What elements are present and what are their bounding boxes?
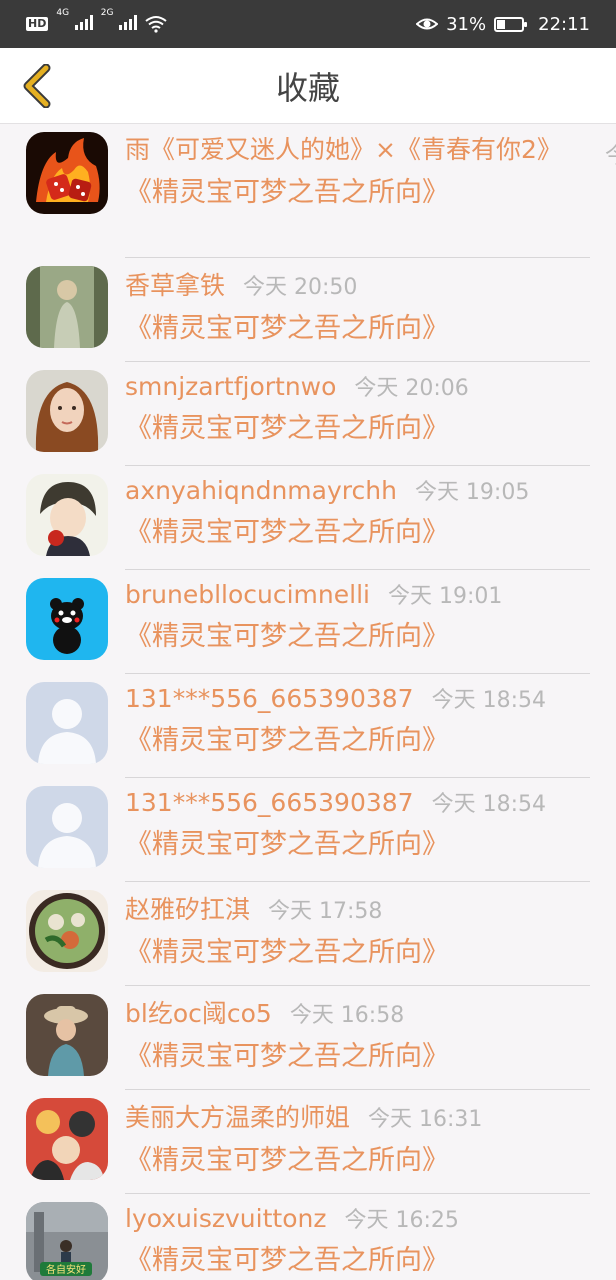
battery-percent: 31% [446,13,487,35]
avatar [26,132,108,214]
avatar [26,266,108,348]
item-subtitle: 《精灵宝可梦之吾之所向》 [125,725,449,756]
item-time: 今天 16:58 [289,1003,405,1028]
avatar [26,890,108,972]
status-left: HD 4G 2G [26,8,167,35]
item-name: smnjzartfjortnwo [125,372,337,401]
item-time: 今天 20:06 [354,376,469,401]
page-title: 收藏 [275,68,340,107]
item-time: 今天 19:01 [387,584,503,609]
nav-header: 收藏 [0,48,616,124]
avatar [26,1098,108,1180]
status-bar: HD 4G 2G 31% 22:11 [0,0,616,48]
item-subtitle: 《精灵宝可梦之吾之所向》 [125,1145,449,1176]
avatar [26,474,108,556]
item-text: lyoxuiszvuittonz 今天 16:25 《精灵宝可梦之吾之所向》 [125,1202,590,1277]
item-time: 今天 16:25 [344,1208,459,1233]
item-name: 雨《可爱又迷人的她》×《青春有你2》 [125,135,562,164]
chevron-left-icon [23,64,51,108]
item-name: 美丽大方温柔的师姐 [125,1103,351,1132]
item-time: 今天 19:05 [414,480,530,505]
list-item[interactable]: 香草拿铁 今天 20:50 《精灵宝可梦之吾之所向》 [0,258,616,362]
hd-icon: HD [26,17,49,31]
avatar [26,682,108,764]
item-text: bl纥oc阈co5 今天 16:58 《精灵宝可梦之吾之所向》 [125,994,590,1073]
avatar-caption: 各自安好 [46,1263,86,1276]
item-subtitle: 《精灵宝可梦之吾之所向》 [125,413,449,444]
item-name: brunebllocucimnelli [125,580,370,609]
item-time: 今天 16:31 [368,1107,483,1132]
back-button[interactable] [14,62,58,110]
list-item[interactable]: 各自安好 lyoxuiszvuittonz 今天 16:25 《精灵宝可梦之吾之所… [0,1194,616,1280]
item-subtitle: 《精灵宝可梦之吾之所向》 [125,313,449,344]
list-item[interactable]: bl纥oc阈co5 今天 16:58 《精灵宝可梦之吾之所向》 [0,986,616,1090]
wifi-icon [145,16,167,33]
item-time: 今天 18:54 [431,792,546,817]
avatar [26,786,108,868]
favorites-list: 雨《可爱又迷人的她》×《青春有你2》 《精灵宝可梦之吾之所向》 今 香草拿铁今天… [0,124,616,1280]
item-time: 今天 20:50 [243,275,358,300]
item-subtitle: 《精灵宝可梦之吾之所向》 [125,177,449,208]
eye-comfort-icon [416,18,439,30]
list-item[interactable]: 美丽大方温柔的师姐 今天 16:31 《精灵宝可梦之吾之所向》 [0,1090,616,1194]
list-item[interactable]: 赵雅矽扛淇 今天 17:58 《精灵宝可梦之吾之所向》 [0,882,616,986]
item-subtitle: 《精灵宝可梦之吾之所向》 [125,517,449,548]
item-text: 131***556_665390387 今天 18:54 《精灵宝可梦之吾之所向》 [125,786,590,861]
net-label-2g: 2G [100,7,114,18]
list-item[interactable]: 雨《可爱又迷人的她》×《青春有你2》 《精灵宝可梦之吾之所向》 今 [0,124,616,258]
item-name: 香草拿铁 [125,271,226,300]
item-name: axnyahiqndnmayrchh [125,476,397,505]
clock: 22:11 [538,13,590,35]
status-right: 31% 22:11 [416,14,590,35]
item-time: 今天 17:58 [268,899,383,924]
item-text: axnyahiqndnmayrchh 今天 19:05 《精灵宝可梦之吾之所向》 [125,474,590,549]
item-name: 赵雅矽扛淇 [125,895,251,924]
item-text: 131***556_665390387 今天 18:54 《精灵宝可梦之吾之所向》 [125,682,590,757]
item-name: lyoxuiszvuittonz [125,1204,327,1233]
item-subtitle: 《精灵宝可梦之吾之所向》 [125,1041,449,1072]
item-text: brunebllocucimnelli 今天 19:01 《精灵宝可梦之吾之所向》 [125,578,590,653]
item-text: 雨《可爱又迷人的她》×《青春有你2》 《精灵宝可梦之吾之所向》 [125,132,590,209]
battery-icon [494,16,528,32]
item-subtitle: 《精灵宝可梦之吾之所向》 [125,1245,449,1276]
avatar [26,578,108,660]
list-item[interactable]: axnyahiqndnmayrchh 今天 19:05 《精灵宝可梦之吾之所向》 [0,466,616,570]
net-label-4g: 4G [56,7,70,18]
item-text: smnjzartfjortnwo 今天 20:06 《精灵宝可梦之吾之所向》 [125,370,590,445]
list-item[interactable]: 131***556_665390387 今天 18:54 《精灵宝可梦之吾之所向》 [0,778,616,882]
signal-2g-icon: 2G [101,8,138,35]
signal-4g-icon: 4G [56,8,93,35]
item-subtitle: 《精灵宝可梦之吾之所向》 [125,621,449,652]
item-name: bl纥oc阈co5 [125,999,272,1028]
list-item[interactable]: brunebllocucimnelli 今天 19:01 《精灵宝可梦之吾之所向》 [0,570,616,674]
avatar [26,370,108,452]
list-item[interactable]: smnjzartfjortnwo 今天 20:06 《精灵宝可梦之吾之所向》 [0,362,616,466]
item-text: 美丽大方温柔的师姐 今天 16:31 《精灵宝可梦之吾之所向》 [125,1098,590,1177]
avatar: 各自安好 [26,1202,108,1280]
item-time: 今 [605,138,616,170]
item-subtitle: 《精灵宝可梦之吾之所向》 [125,829,449,860]
list-item[interactable]: 131***556_665390387 今天 18:54 《精灵宝可梦之吾之所向》 [0,674,616,778]
item-time: 今天 18:54 [431,688,546,713]
item-subtitle: 《精灵宝可梦之吾之所向》 [125,937,449,968]
item-name: 131***556_665390387 [125,684,414,713]
item-text: 香草拿铁 今天 20:50 《精灵宝可梦之吾之所向》 [125,266,590,345]
item-text: 赵雅矽扛淇 今天 17:58 《精灵宝可梦之吾之所向》 [125,890,590,969]
avatar [26,994,108,1076]
item-name: 131***556_665390387 [125,788,414,817]
